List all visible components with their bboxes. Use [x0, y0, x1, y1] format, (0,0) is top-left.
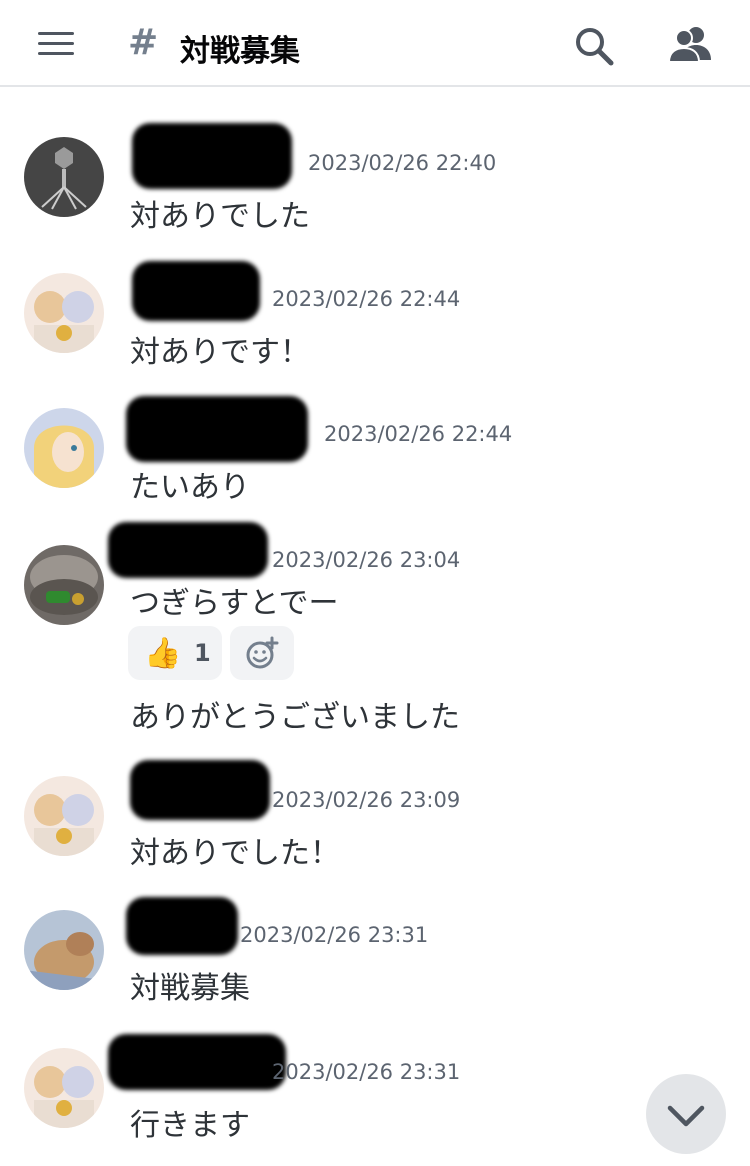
- message-timestamp: 2023/02/26 23:04: [272, 548, 461, 572]
- redacted-username: [126, 396, 308, 462]
- message-timestamp: 2023/02/26 23:09: [272, 788, 461, 812]
- reaction-thumbs-up[interactable]: 👍 1: [128, 626, 222, 680]
- avatar[interactable]: [24, 1048, 104, 1128]
- add-reaction-icon[interactable]: [230, 626, 294, 680]
- message-timestamp: 2023/02/26 23:31: [272, 1060, 461, 1084]
- avatar[interactable]: [24, 273, 104, 353]
- redacted-username: [126, 897, 238, 955]
- thumbs-up-icon: 👍: [144, 636, 182, 671]
- chevron-down-icon[interactable]: [646, 1074, 726, 1154]
- avatar[interactable]: [24, 137, 104, 217]
- search-icon[interactable]: [572, 24, 616, 68]
- channel-header: # 対戦募集: [0, 0, 750, 87]
- hamburger-icon[interactable]: [38, 32, 74, 56]
- avatar[interactable]: [24, 408, 104, 488]
- members-icon[interactable]: [666, 24, 714, 68]
- redacted-username: [130, 760, 270, 820]
- message-text-followup: ありがとうございました: [130, 700, 460, 735]
- message-text: 対戦募集: [130, 971, 250, 1006]
- message-timestamp: 2023/02/26 22:40: [308, 151, 497, 175]
- channel-title: 対戦募集: [180, 34, 300, 69]
- redacted-username: [132, 123, 292, 189]
- redacted-username: [132, 261, 260, 321]
- message-text: 対ありでした！: [130, 836, 340, 871]
- reaction-count: 1: [194, 639, 211, 667]
- message-timestamp: 2023/02/26 22:44: [324, 422, 513, 446]
- redacted-username: [108, 522, 268, 578]
- redacted-username: [108, 1034, 286, 1090]
- message-text: 行きます: [130, 1108, 250, 1143]
- avatar[interactable]: [24, 545, 104, 625]
- message-timestamp: 2023/02/26 22:44: [272, 287, 461, 311]
- avatar[interactable]: [24, 776, 104, 856]
- message-text: つぎらすとでー: [130, 586, 339, 621]
- message-text: たいあり: [130, 470, 250, 505]
- avatar[interactable]: [24, 910, 104, 990]
- message-text: 対ありです！: [130, 335, 310, 370]
- message-timestamp: 2023/02/26 23:31: [240, 923, 429, 947]
- message-text: 対ありでした: [130, 199, 310, 234]
- channel-hash-icon: #: [128, 22, 159, 63]
